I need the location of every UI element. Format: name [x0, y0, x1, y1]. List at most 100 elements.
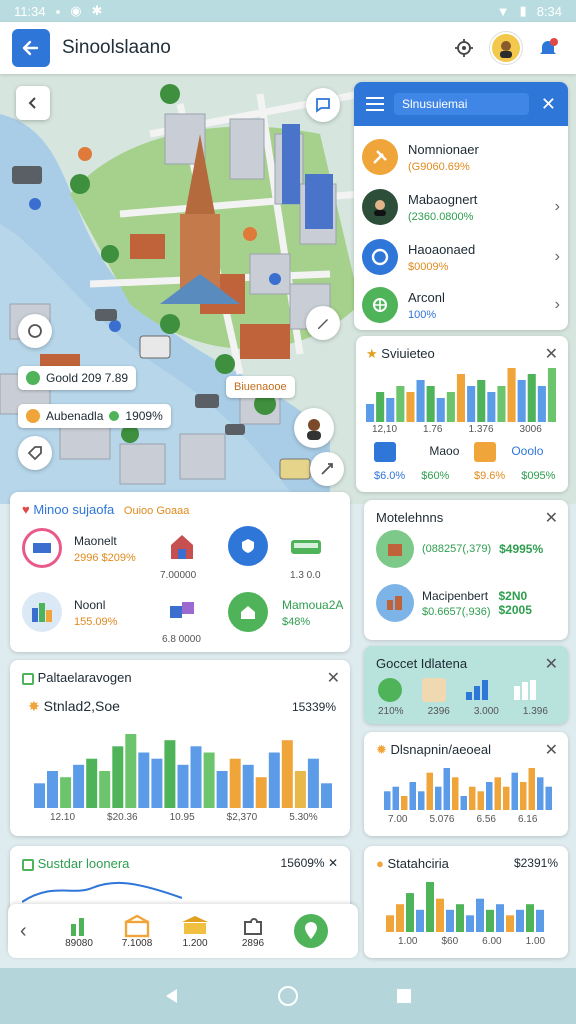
chart-bar — [452, 777, 459, 810]
category-item[interactable]: Noonl 155.09% — [74, 598, 117, 628]
chart-bar — [537, 386, 546, 422]
map-collapse-button[interactable] — [16, 86, 50, 120]
category-item[interactable]: Mamoua2A $48% — [282, 598, 343, 628]
chart-panel-subtitle: ✸ Stnlad2,Soe — [28, 698, 120, 715]
stats-item[interactable]: Maoo $6.0% $60% — [374, 442, 459, 482]
menu-icon[interactable] — [366, 97, 384, 111]
layers-icon[interactable] — [22, 528, 62, 568]
map-label-1[interactable]: Goold 209 7.89 — [18, 366, 137, 390]
side-menu-item-name: Arconl — [408, 289, 445, 305]
nav-item-label: 1.200 — [182, 937, 208, 949]
house-icon — [124, 914, 150, 937]
heart-icon: ♥ — [22, 502, 30, 517]
map-label-2-name: Aubenadla — [46, 409, 104, 423]
motel-row[interactable]: (088257(,379) $4995% — [376, 530, 543, 568]
chart-bar — [281, 740, 293, 808]
category-value: 155.09% — [74, 616, 118, 628]
bottom-nav: ‹ 89080 7.1008 1.200 2896 — [8, 904, 358, 958]
chart-bar — [476, 898, 484, 932]
map-label-3[interactable]: Biuenaooe — [226, 376, 295, 398]
shield-icon[interactable] — [228, 526, 268, 566]
main-chart — [34, 734, 332, 808]
side-menu-item[interactable]: Haoaonaed $0009% › — [362, 232, 560, 282]
chart-bar — [545, 786, 552, 810]
map-chat-button[interactable] — [306, 88, 340, 122]
nav-item-chart[interactable]: 89080 — [50, 914, 108, 949]
close-icon[interactable]: ✕ — [541, 94, 556, 115]
chart-bar — [242, 764, 254, 808]
chart-bar — [469, 786, 476, 810]
stats-item-a: $9.6% — [474, 470, 506, 482]
stat-chart-panel: ● Statahciria $2391% 1.00 $60 6.00 1.00 — [364, 846, 568, 958]
chart-bar — [416, 380, 425, 422]
chart-bar — [307, 758, 319, 808]
status-bar: 11:34 ▪ ◉ ✱ ▼ ▮ 8:34 — [0, 0, 576, 22]
side-menu-title: Slnusuiemai — [394, 93, 529, 115]
box-icon[interactable] — [422, 678, 446, 702]
motel-row[interactable]: Macipenbert $0.6657(,936) $2N0 $2005 — [376, 584, 543, 622]
sector-sparkline — [22, 881, 182, 903]
chart-bar — [436, 898, 444, 932]
motel-row-text: (088257(,379) — [422, 543, 492, 555]
map-person-marker[interactable] — [294, 408, 334, 448]
chart-bar — [216, 771, 228, 808]
close-icon[interactable]: ✕ — [545, 508, 558, 528]
leaf-icon[interactable] — [378, 678, 402, 702]
chart-bar — [466, 915, 474, 932]
map-label-2[interactable]: Aubenadla 1909% — [18, 404, 171, 428]
nav-item-label: 2896 — [241, 937, 265, 949]
goccet-title: Goccet Idlatena — [376, 656, 468, 671]
category-item[interactable]: Maonelt 2996 $209% — [74, 534, 136, 564]
bar-chart-icon[interactable] — [466, 678, 494, 700]
nav-item-location[interactable] — [282, 914, 340, 948]
chart-bar — [443, 768, 450, 810]
nav-item-bank[interactable]: 1.200 — [166, 914, 224, 949]
home-circle-icon[interactable] — [277, 985, 299, 1007]
map-layers-button[interactable] — [18, 314, 52, 348]
bell-icon — [540, 38, 558, 54]
chart-bar — [537, 777, 544, 810]
stats-item-b: $60% — [421, 470, 450, 482]
map-expand-button[interactable] — [310, 452, 344, 486]
nav-item-puzzle[interactable]: 2896 — [224, 914, 282, 949]
stats-item[interactable]: Ooolo $9.6% $095% — [474, 442, 555, 482]
stats-item-a: $6.0% — [374, 470, 406, 482]
chart-bar — [527, 374, 536, 422]
bus-icon[interactable] — [286, 528, 326, 568]
chevron-left-icon[interactable]: ‹ — [20, 920, 50, 943]
building-icon[interactable] — [162, 526, 202, 566]
avatar[interactable] — [490, 32, 522, 64]
recents-square-icon[interactable] — [395, 987, 413, 1005]
house-icon — [374, 442, 396, 462]
close-icon[interactable]: ✕ — [545, 654, 558, 674]
chart-bar — [416, 909, 424, 932]
close-icon[interactable]: ✕ — [545, 740, 558, 760]
settings-button[interactable] — [448, 32, 480, 64]
city-icon[interactable] — [22, 592, 62, 632]
home-icon[interactable] — [228, 592, 268, 632]
main-chart-tick: 5.30% — [289, 812, 318, 823]
notifications-button[interactable] — [532, 32, 564, 64]
map-edit-button[interactable] — [306, 306, 340, 340]
categories-panel: ♥ Minoo sujaofa Ouioo Goaaa Maonelt 2996… — [10, 492, 350, 652]
back-triangle-icon[interactable] — [163, 987, 181, 1005]
chart-bar — [517, 380, 526, 422]
nav-item-house[interactable]: 7.1008 — [108, 914, 166, 949]
side-menu-header: Slnusuiemai ✕ — [354, 82, 568, 126]
side-menu-item-value: 100% — [408, 308, 437, 321]
category-name: Noonl — [74, 598, 106, 612]
side-menu-item[interactable]: Arconl 100% › — [362, 280, 560, 330]
close-icon[interactable]: ✕ — [327, 668, 340, 688]
side-menu-item[interactable]: Nomnionaer (G9060.69% — [362, 132, 560, 182]
side-menu-item[interactable]: Mabaognert (2360.0800% › — [362, 182, 560, 232]
back-button[interactable] — [12, 29, 50, 67]
stat-value: $2391% — [513, 856, 558, 870]
bar-chart-icon[interactable] — [514, 678, 542, 700]
bank-icon — [182, 915, 208, 934]
chart-bar — [34, 783, 45, 808]
map-tag-button[interactable] — [18, 436, 52, 470]
close-icon[interactable]: ✕ — [328, 856, 338, 870]
stat-tick: 1.00 — [398, 936, 418, 947]
boxes-icon[interactable] — [162, 590, 202, 630]
close-icon[interactable]: ✕ — [545, 344, 558, 364]
